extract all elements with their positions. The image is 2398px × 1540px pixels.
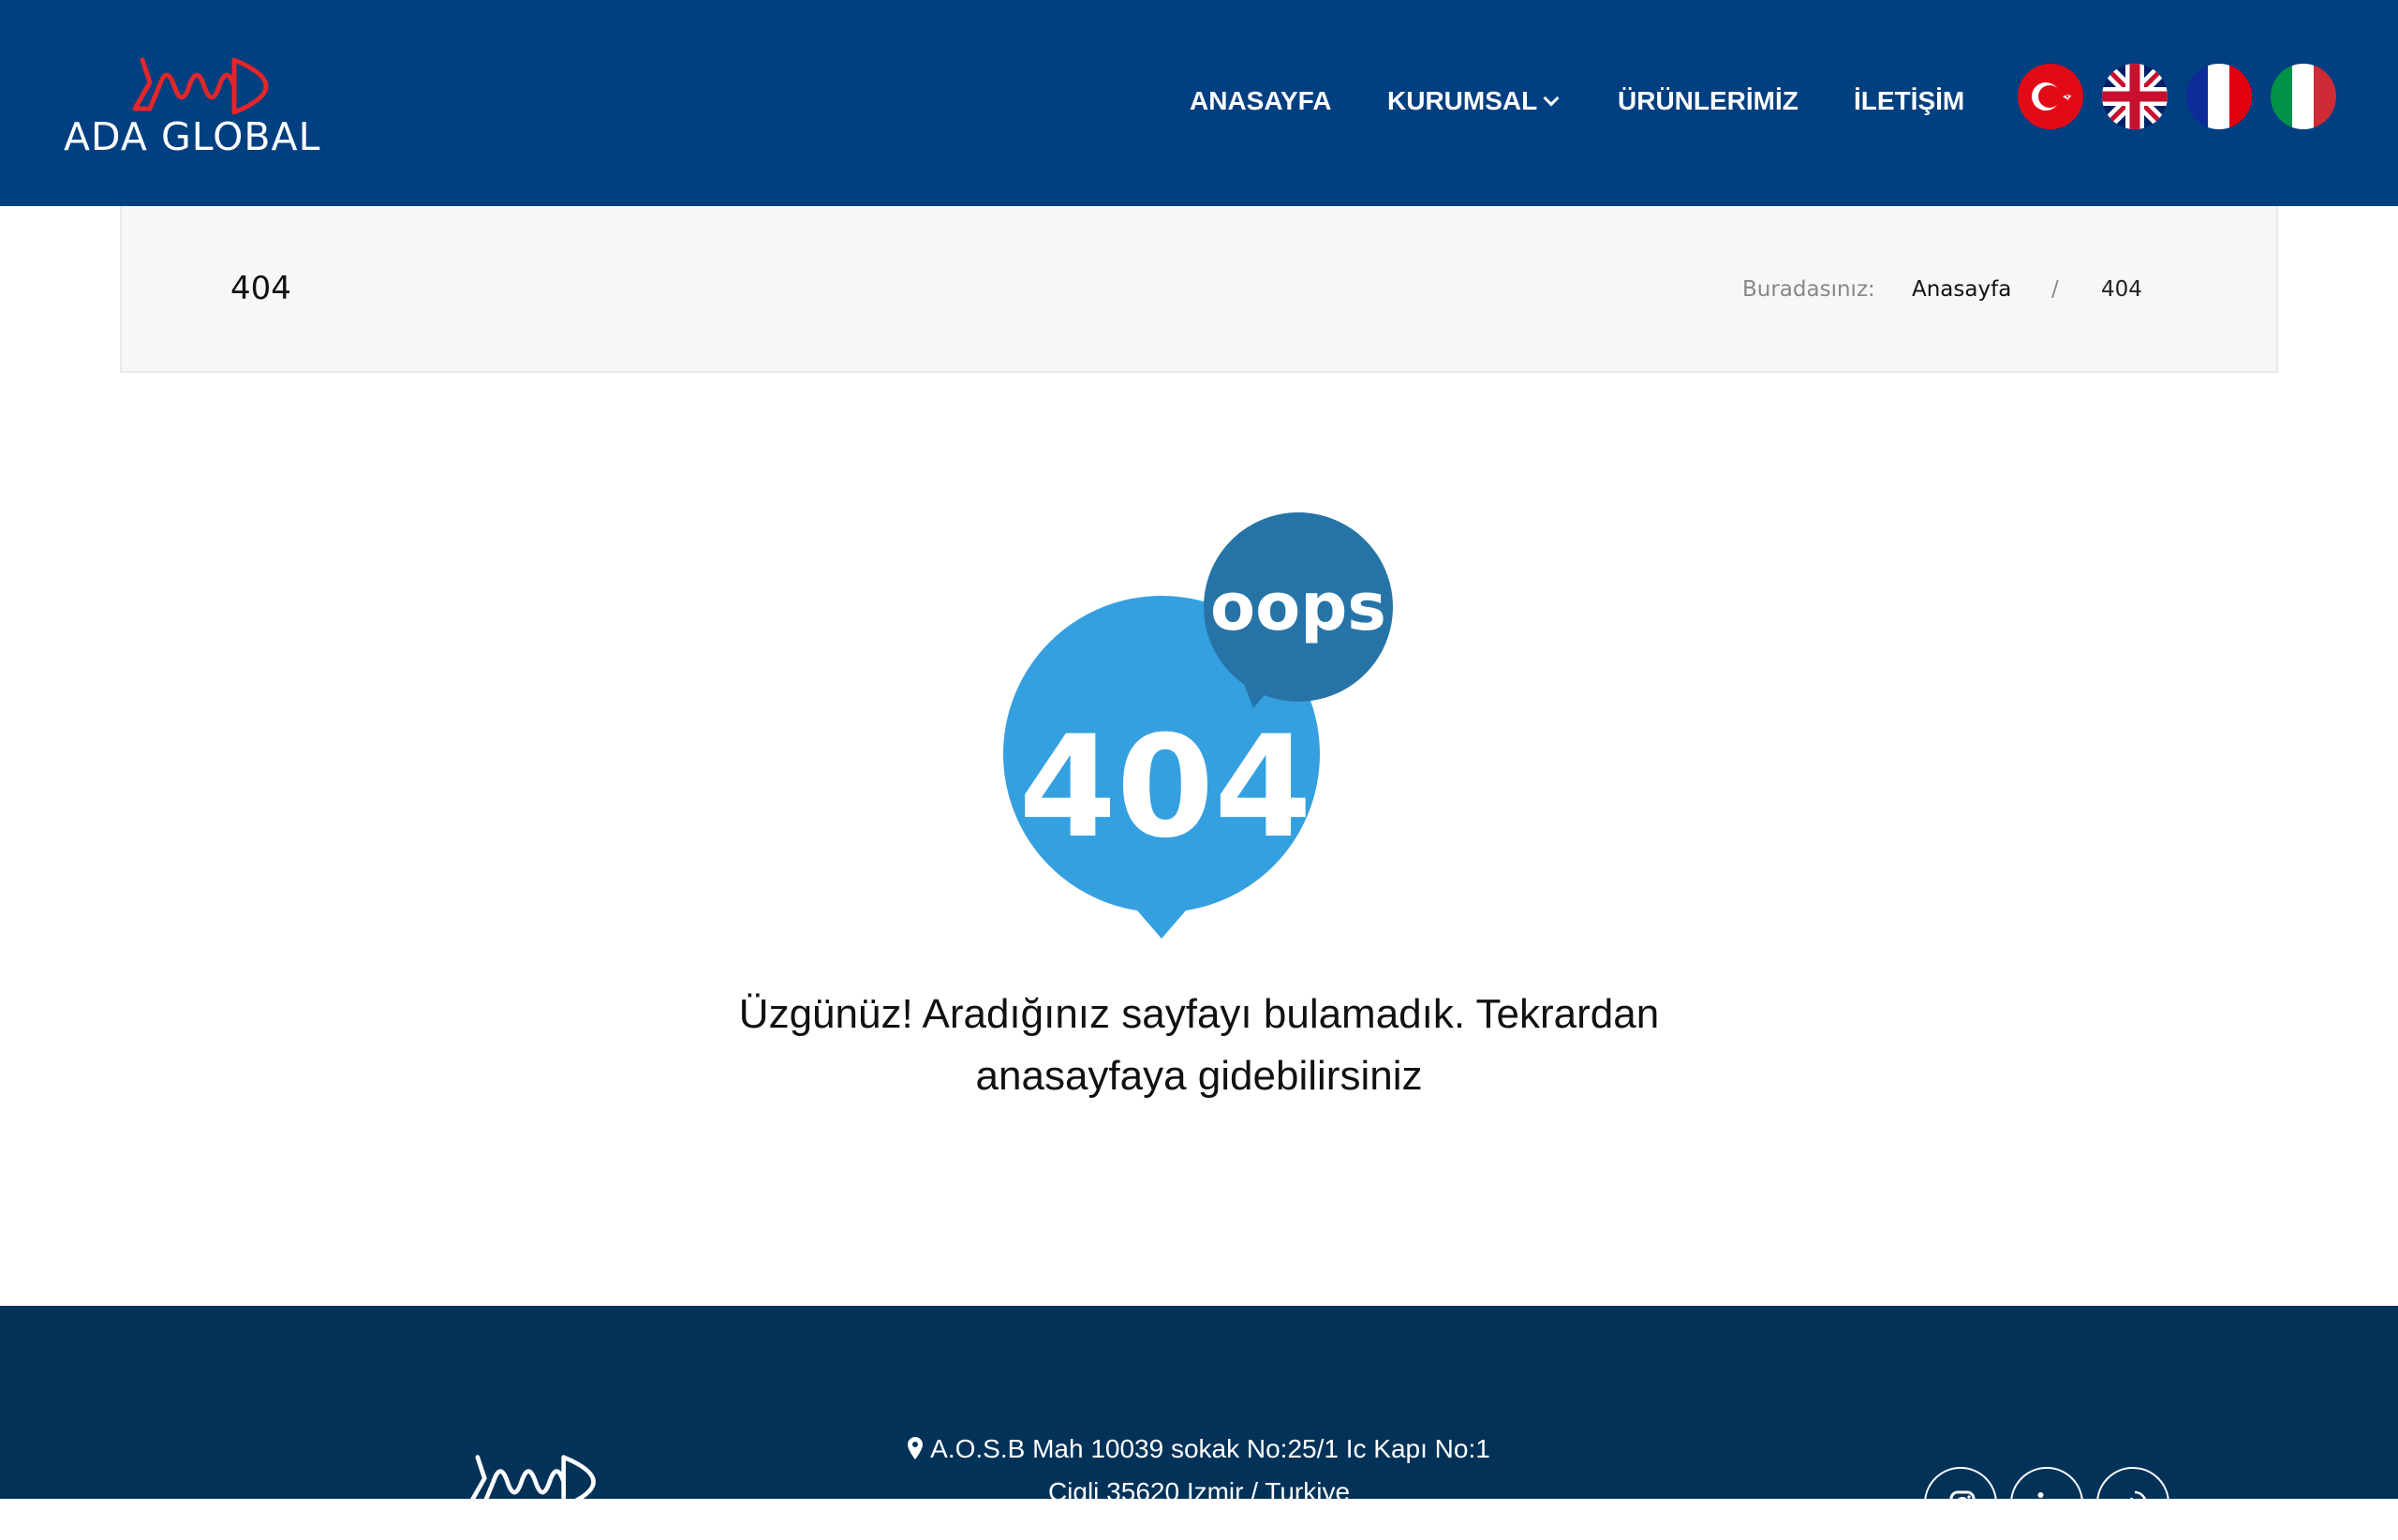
turkish-flag-icon[interactable]: [2018, 64, 2083, 129]
address-line-2: Cigli 35620 Izmir / Turkiye: [1047, 1477, 1351, 1506]
fish-logo-icon: [132, 57, 269, 114]
nav-kurumsal[interactable]: KURUMSAL: [1387, 86, 1560, 116]
uk-flag-icon[interactable]: [2102, 64, 2168, 129]
whatsapp-button[interactable]: [2096, 1467, 2169, 1540]
breadcrumb-label: Buradasınız:: [1742, 277, 1875, 302]
big-bubble-tail: [1132, 904, 1192, 939]
french-flag-icon[interactable]: [2186, 64, 2252, 129]
site-logo[interactable]: ADA GLOBAL: [64, 54, 335, 159]
footer-fish-logo-icon[interactable]: [461, 1452, 601, 1508]
site-header: ADA GLOBAL ANASAYFA KURUMSAL ÜRÜNLERİMİZ…: [0, 0, 2398, 206]
linkedin-icon: [2037, 1492, 2060, 1514]
illustration-oops-text: oops: [1210, 569, 1386, 645]
instagram-button[interactable]: [1924, 1467, 1997, 1540]
site-footer: A.O.S.B Mah 10039 sokak No:25/1 Ic Kapı …: [0, 1306, 2398, 1540]
map-pin-icon: [908, 1437, 924, 1459]
italian-flag-icon[interactable]: [2271, 64, 2336, 129]
breadcrumb-home-link[interactable]: Anasayfa: [1912, 277, 2011, 302]
chevron-down-icon: [1543, 90, 1560, 107]
instagram-icon: [1949, 1490, 1976, 1517]
address-line-1-text: A.O.S.B Mah 10039 sokak No:25/1 Ic Kapı …: [930, 1434, 1490, 1463]
not-found-message: Üzgünüz! Aradığınız sayfayı bulamadık. T…: [738, 991, 1660, 1099]
page-title-bar: 404 Buradasınız: Anasayfa / 404: [120, 206, 2278, 373]
404-oops-illustration: 404 oops: [1003, 512, 1393, 939]
nav-anasayfa[interactable]: ANASAYFA: [1190, 86, 1331, 116]
page-title: 404: [230, 270, 291, 307]
whatsapp-icon: [2121, 1490, 2147, 1518]
breadcrumb-separator: /: [2051, 277, 2059, 302]
footer-address: A.O.S.B Mah 10039 sokak No:25/1 Ic Kapı …: [899, 1428, 1499, 1514]
nav-iletisim[interactable]: İLETİŞİM: [1854, 86, 1964, 116]
breadcrumb-current: 404: [2101, 277, 2142, 302]
nav-urunlerimiz[interactable]: ÜRÜNLERİMİZ: [1618, 86, 1798, 116]
logo-text: ADA GLOBAL: [64, 114, 321, 159]
address-line-1: A.O.S.B Mah 10039 sokak No:25/1 Ic Kapı …: [899, 1428, 1499, 1471]
linkedin-button[interactable]: [2010, 1467, 2083, 1540]
illustration-404-text: 404: [1018, 706, 1311, 869]
nav-kurumsal-label: KURUMSAL: [1387, 86, 1538, 115]
